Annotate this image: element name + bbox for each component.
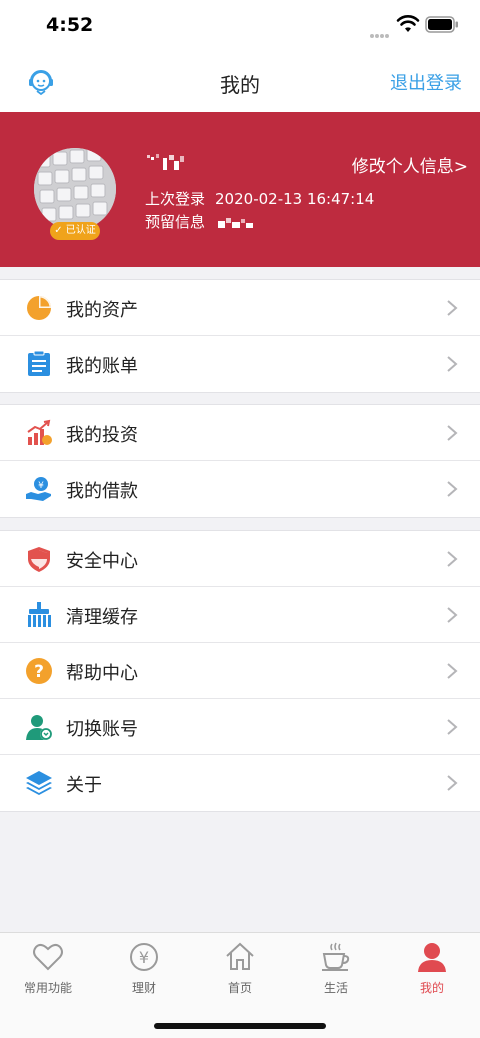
help-icon: ?	[26, 658, 52, 684]
avatar[interactable]	[34, 148, 116, 230]
user-icon	[418, 943, 446, 972]
chevron-right-icon	[447, 300, 458, 316]
profile-card: ✓ 已认证 修改个人信息> 上次登录 2020-02-13 16:47:14 预留…	[0, 112, 480, 267]
check-icon: ✓	[54, 225, 63, 236]
layers-icon	[26, 771, 52, 795]
home-icon	[226, 942, 254, 970]
menu-item-my-loans[interactable]: ¥ 我的借款	[0, 461, 480, 517]
status-bar: 4:52	[0, 0, 480, 54]
status-time: 4:52	[46, 14, 94, 36]
tab-home[interactable]: 首页	[192, 941, 288, 996]
switch-user-icon	[26, 715, 52, 740]
yen-icon: ¥	[130, 943, 158, 971]
coffee-icon	[322, 942, 350, 971]
menu-item-about[interactable]: 关于	[0, 755, 480, 811]
tab-mine[interactable]: 我的	[384, 941, 480, 996]
menu-item-clear-cache[interactable]: 清理缓存	[0, 587, 480, 643]
battery-icon	[425, 16, 458, 33]
heart-icon	[33, 943, 63, 971]
verified-badge: ✓ 已认证	[50, 222, 100, 240]
clipboard-icon	[28, 350, 50, 376]
chevron-right-icon	[447, 775, 458, 791]
chevron-right-icon	[447, 607, 458, 623]
shield-icon	[28, 547, 50, 572]
masked-username	[147, 154, 184, 170]
tab-common-functions[interactable]: 常用功能	[0, 941, 96, 996]
reserved-info: 预留信息	[145, 211, 254, 232]
nav-bar: 我的 退出登录	[0, 54, 480, 112]
signal-icon	[370, 23, 392, 38]
masked-reserved-info	[217, 217, 253, 228]
svg-text:¥: ¥	[139, 948, 149, 967]
chevron-right-icon	[447, 425, 458, 441]
logout-button[interactable]: 退出登录	[390, 69, 462, 95]
last-login: 上次登录 2020-02-13 16:47:14	[145, 190, 375, 208]
home-indicator	[154, 1023, 326, 1029]
chevron-right-icon	[447, 356, 458, 372]
tab-wealth[interactable]: ¥ 理财	[96, 941, 192, 996]
wifi-icon	[396, 15, 420, 32]
tab-life[interactable]: 生活	[288, 941, 384, 996]
broom-icon	[28, 602, 51, 627]
loan-hand-icon: ¥	[26, 477, 51, 501]
chevron-right-icon	[447, 551, 458, 567]
menu-item-my-bills[interactable]: 我的账单	[0, 336, 480, 392]
svg-text:?: ?	[34, 662, 44, 682]
menu-item-my-investments[interactable]: 我的投资	[0, 405, 480, 461]
menu-item-my-assets[interactable]: 我的资产	[0, 280, 480, 336]
menu-group-settings: 安全中心 清理缓存 ? 帮助中心 切换账号 关于	[0, 530, 480, 812]
menu-item-help-center[interactable]: ? 帮助中心	[0, 643, 480, 699]
chevron-right-icon	[447, 481, 458, 497]
edit-profile-link[interactable]: 修改个人信息>	[352, 152, 468, 177]
menu-item-switch-account[interactable]: 切换账号	[0, 699, 480, 755]
chevron-right-icon	[447, 663, 458, 679]
menu-group-assets: 我的资产 我的账单	[0, 279, 480, 393]
pie-chart-icon	[27, 296, 51, 320]
investment-chart-icon	[27, 419, 52, 445]
svg-text:¥: ¥	[38, 481, 44, 491]
menu-item-security-center[interactable]: 安全中心	[0, 531, 480, 587]
menu-group-finance: 我的投资 ¥ 我的借款	[0, 404, 480, 518]
chevron-right-icon	[447, 719, 458, 735]
